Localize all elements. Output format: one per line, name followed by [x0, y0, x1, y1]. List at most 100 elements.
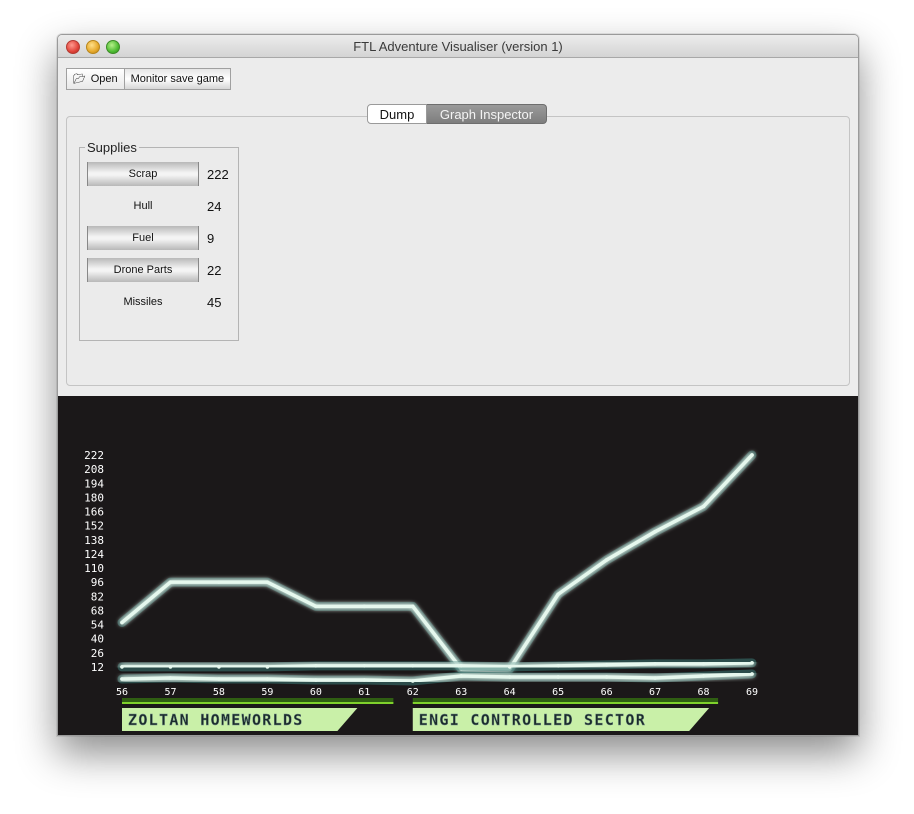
series-line	[120, 453, 754, 671]
graph-canvas: 12 26 40 54 68 82 96 110 124 138 152 166 180 194 208 22…	[58, 396, 858, 735]
supply-row-fuel: Fuel 9	[87, 226, 233, 250]
sector-label: ZOLTAN HOMEWORLDS	[128, 711, 304, 729]
series-point	[604, 675, 609, 679]
tab-dump[interactable]: Dump	[367, 104, 427, 124]
series-point	[217, 580, 221, 584]
series-point	[556, 664, 560, 668]
series-point	[120, 665, 124, 669]
hull-label: Hull	[133, 200, 153, 212]
series-point	[265, 677, 270, 681]
sector-label: ENGI CONTROLLED SECTOR	[419, 711, 646, 729]
series-point	[459, 674, 464, 678]
y-tick-label: 110	[84, 562, 104, 575]
series-point	[314, 664, 318, 668]
tab-graph-inspector[interactable]: Graph Inspector	[427, 104, 547, 124]
y-tick-label: 26	[91, 647, 104, 660]
series-point	[459, 664, 464, 668]
series-point	[653, 676, 657, 680]
drone-parts-button[interactable]: Drone Parts	[87, 258, 199, 282]
scrap-value: 222	[207, 166, 229, 182]
y-tick-label: 166	[84, 506, 104, 519]
x-tick-label: 68	[698, 687, 710, 698]
fuel-button[interactable]: Fuel	[87, 226, 199, 250]
supplies-panel: Supplies Scrap 222 Hull 24 Fuel 9 Drone …	[79, 140, 239, 341]
series-point	[120, 677, 124, 681]
sector-banners: ZOLTAN HOMEWORLDS ENGI CONTROLLED SECTOR	[122, 698, 719, 731]
series-point	[265, 665, 270, 669]
series-point	[750, 453, 754, 457]
series-point	[314, 678, 318, 682]
open-button-label: Open	[90, 73, 118, 85]
missiles-value: 45	[207, 294, 222, 310]
series-point	[653, 662, 657, 666]
supply-row-scrap: Scrap 222	[87, 162, 233, 186]
y-tick-label: 54	[91, 619, 105, 632]
fuel-value: 9	[207, 230, 215, 246]
x-tick-label: 64	[504, 687, 516, 698]
y-tick-label: 82	[91, 590, 104, 603]
series-lines	[117, 450, 757, 686]
series-point	[410, 604, 415, 609]
series-point	[556, 675, 560, 679]
series-point	[362, 678, 367, 682]
title-bar[interactable]: FTL Adventure Visualiser (version 1)	[58, 35, 858, 58]
series-point	[604, 558, 609, 562]
series-point	[120, 620, 124, 625]
x-tick-label: 59	[261, 687, 273, 698]
y-tick-label: 40	[91, 633, 104, 646]
y-tick-label: 138	[84, 534, 104, 547]
hull-value: 24	[207, 198, 222, 214]
monitor-save-game-button[interactable]: Monitor save game	[124, 68, 232, 90]
x-tick-label: 63	[455, 687, 467, 698]
series-point	[168, 580, 173, 584]
app-window: FTL Adventure Visualiser (version 1) 📂︎ …	[57, 34, 859, 736]
x-tick-label: 57	[164, 687, 176, 698]
supply-row-hull: Hull 24	[87, 194, 233, 218]
y-tick-label: 68	[91, 604, 104, 617]
monitor-save-game-label: Monitor save game	[130, 73, 225, 85]
drone-parts-value: 22	[207, 262, 222, 278]
series-point	[701, 674, 706, 678]
y-tick-label: 194	[84, 477, 104, 490]
y-tick-label: 124	[84, 548, 104, 561]
x-tick-label: 67	[649, 687, 661, 698]
y-tick-label: 180	[84, 491, 104, 504]
series-point	[507, 675, 512, 679]
series-point	[410, 664, 415, 668]
y-tick-label: 222	[84, 449, 104, 462]
open-button[interactable]: 📂︎ Open	[66, 68, 125, 90]
x-axis-ticks: 56 57 58 59 60 61 62 63 64 65 66 67 68 69	[116, 687, 758, 698]
y-tick-label: 152	[84, 520, 104, 533]
scrap-button[interactable]: Scrap	[87, 162, 199, 186]
supplies-line-chart: 1226405468829611012413815216618019420822…	[84, 449, 758, 731]
x-tick-label: 69	[746, 687, 758, 698]
series-point	[314, 604, 318, 609]
series-point	[265, 580, 270, 584]
series-point	[750, 672, 754, 676]
sector-bar-highlight	[122, 702, 394, 704]
y-tick-label: 12	[91, 661, 104, 674]
x-tick-label: 62	[407, 687, 419, 698]
missiles-label: Missiles	[123, 296, 163, 308]
series-point	[217, 677, 221, 681]
y-axis-ticks: 12264054 688296110124138152166 18019420822…	[84, 449, 104, 674]
series-point	[604, 663, 609, 667]
series-point	[362, 604, 367, 609]
x-tick-label: 58	[213, 687, 225, 698]
series-point	[701, 662, 706, 666]
toolbar: 📂︎ Open Monitor save game	[66, 68, 232, 90]
y-tick-label: 208	[84, 463, 104, 476]
x-tick-label: 60	[310, 687, 322, 698]
series-point	[653, 529, 657, 534]
supplies-title: Supplies	[85, 140, 139, 155]
open-icon: 📂︎	[73, 73, 86, 85]
sector-bar-highlight	[412, 702, 719, 704]
x-tick-label: 65	[552, 687, 564, 698]
x-tick-label: 56	[116, 687, 128, 698]
series-point	[750, 661, 754, 665]
window-title: FTL Adventure Visualiser (version 1)	[353, 39, 563, 54]
series-point	[507, 665, 512, 669]
tab-bar: Dump Graph Inspector	[367, 104, 547, 124]
x-tick-label: 61	[358, 687, 370, 698]
series-point	[168, 665, 173, 669]
